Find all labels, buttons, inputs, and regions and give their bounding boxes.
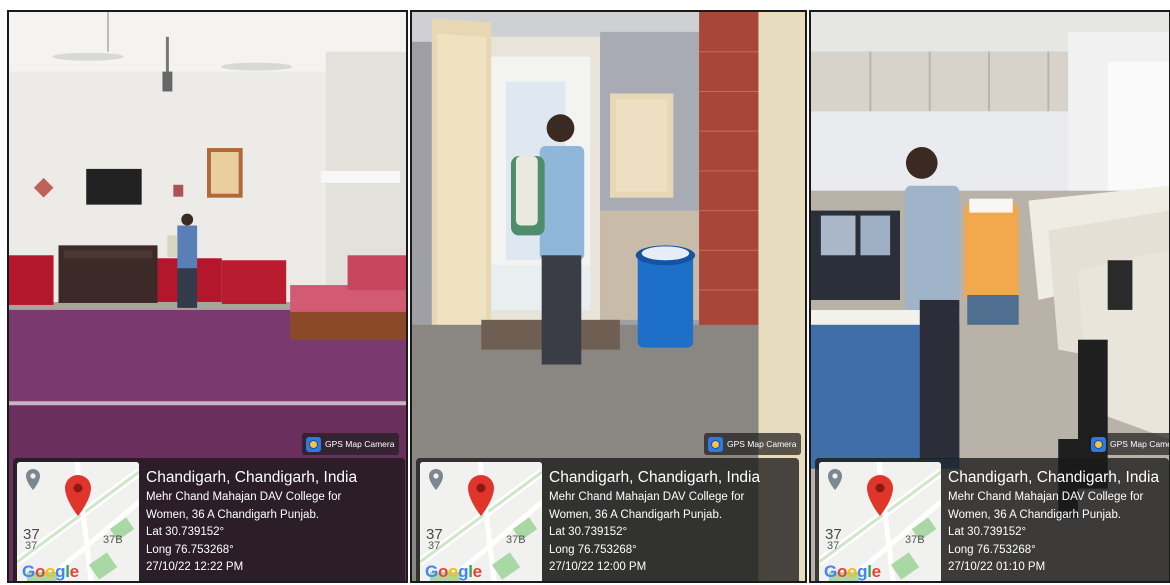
photo-panel-corridor: GPS Map Camera 37 37 37B Google Chandiga… <box>410 10 807 583</box>
address-line-2: Women, 36 A Chandigarh Punjab. <box>948 508 1122 521</box>
longitude-text: Long 76.753268° <box>948 543 1036 556</box>
map-thumbnail: 37 37 37B Google <box>819 462 941 581</box>
map-label-37b: 37B <box>905 534 925 546</box>
google-logo: Google <box>425 562 482 581</box>
location-card: 37 37 37B Google Chandigarh, Chandigarh,… <box>815 458 1169 581</box>
longitude-text: Long 76.753268° <box>146 543 234 556</box>
gps-map-camera-badge: GPS Map Camera <box>1087 433 1169 455</box>
location-info: Chandigarh, Chandigarh, India Mehr Chand… <box>146 468 357 577</box>
gps-camera-icon <box>1091 436 1106 452</box>
timestamp-text: 27/10/22 12:00 PM <box>549 561 647 573</box>
address-line-2: Women, 36 A Chandigarh Punjab. <box>549 508 723 521</box>
address-line-1: Mehr Chand Mahajan DAV College for <box>146 491 342 503</box>
city-text: Chandigarh, Chandigarh, India <box>948 469 1160 486</box>
gps-camera-icon <box>708 436 723 452</box>
timestamp-text: 27/10/22 12:22 PM <box>146 561 244 573</box>
latitude-text: Lat 30.739152° <box>948 526 1027 538</box>
city-text: Chandigarh, Chandigarh, India <box>549 469 761 486</box>
location-info: Chandigarh, Chandigarh, India Mehr Chand… <box>549 468 760 577</box>
gps-app-name: GPS Map Camera <box>727 439 797 449</box>
gps-camera-icon <box>306 436 321 452</box>
gps-app-name: GPS Map Camera <box>1110 439 1169 449</box>
map-label-37-sub: 37 <box>25 540 38 552</box>
address-line-2: Women, 36 A Chandigarh Punjab. <box>146 508 320 521</box>
longitude-text: Long 76.753268° <box>549 543 637 556</box>
map-label-37-sub: 37 <box>827 540 840 552</box>
map-label-37b: 37B <box>506 534 526 546</box>
google-logo: Google <box>824 562 881 581</box>
address-line-1: Mehr Chand Mahajan DAV College for <box>948 491 1144 503</box>
location-card: 37 37 37B Google Chandigarh, Chandigarh,… <box>13 458 405 581</box>
map-thumbnail: 37 37 37B Google <box>420 462 542 581</box>
location-card: 37 37 37B Google Chandigarh, Chandigarh,… <box>416 458 799 581</box>
map-label-37-sub: 37 <box>428 540 441 552</box>
map-thumbnail: 37 37 37B Google <box>17 462 139 581</box>
address-line-1: Mehr Chand Mahajan DAV College for <box>549 491 745 503</box>
photo-panel-computer-lab: GPS Map Camera 37 37 37B Google <box>809 10 1170 583</box>
gps-map-camera-badge: GPS Map Camera <box>302 433 400 455</box>
city-text: Chandigarh, Chandigarh, India <box>146 469 358 486</box>
timestamp-text: 27/10/22 01:10 PM <box>948 561 1046 573</box>
gps-map-camera-badge: GPS Map Camera <box>704 433 802 455</box>
gps-app-name: GPS Map Camera <box>325 439 395 449</box>
map-label-37b: 37B <box>103 534 123 546</box>
location-info: Chandigarh, Chandigarh, India Mehr Chand… <box>948 468 1159 577</box>
latitude-text: Lat 30.739152° <box>146 526 225 538</box>
latitude-text: Lat 30.739152° <box>549 526 628 538</box>
photo-panel-hall: GPS Map Camera 37 37 37B Google Chandiga… <box>7 10 408 583</box>
google-logo: Google <box>22 562 79 581</box>
